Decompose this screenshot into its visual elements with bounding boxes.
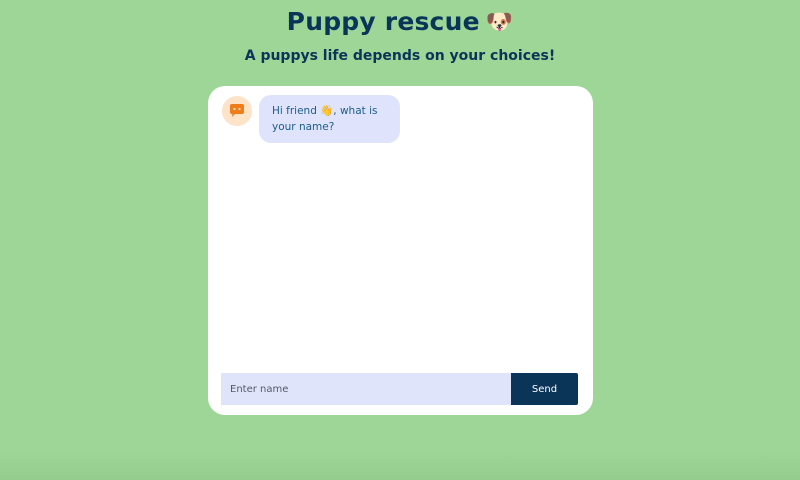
page: Puppy rescue 🐶 A puppys life depends on y…	[0, 0, 800, 480]
bot-avatar	[222, 96, 252, 126]
chat-input-row: Send	[221, 373, 578, 405]
page-subtitle: A puppys life depends on your choices!	[244, 48, 556, 64]
name-input[interactable]	[221, 373, 511, 405]
send-button[interactable]: Send	[511, 373, 578, 405]
page-title-text: Puppy rescue	[286, 7, 480, 36]
chat-window: Hi friend 👋, what is your name? Send	[208, 86, 593, 415]
dog-face-icon: 🐶	[485, 10, 514, 35]
bot-message-bubble: Hi friend 👋, what is your name?	[259, 95, 400, 143]
page-title: Puppy rescue 🐶	[0, 6, 800, 39]
chat-bubble-icon	[230, 104, 244, 117]
